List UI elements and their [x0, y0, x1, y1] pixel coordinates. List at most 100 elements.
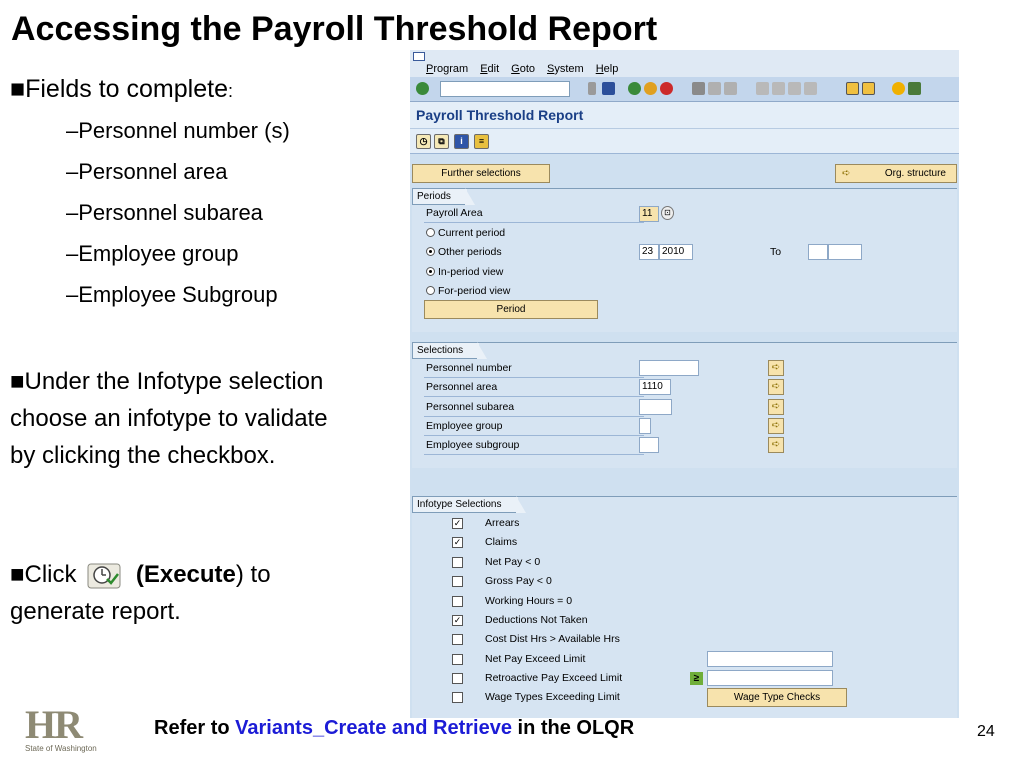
command-field[interactable] [440, 81, 570, 97]
infotype-tab: Infotype Selections [412, 496, 525, 513]
previous-page-icon[interactable] [772, 82, 785, 95]
wage-types-label: Wage Types Exceeding Limit [485, 691, 620, 703]
working-hours-label: Working Hours = 0 [485, 595, 573, 607]
in-period-view-radio[interactable]: In-period view [426, 266, 503, 278]
for-period-view-radio[interactable]: For-period view [426, 285, 510, 297]
to-period-input[interactable] [808, 244, 828, 260]
slide-title: Accessing the Payroll Threshold Report [11, 10, 658, 48]
menu-help[interactable]: Help [596, 63, 619, 75]
menu-system[interactable]: System [547, 63, 584, 75]
execute-icon [87, 563, 121, 589]
application-toolbar: ◷ ⧉ i ≡ [410, 128, 959, 154]
net-pay-label: Net Pay < 0 [485, 556, 541, 568]
personnel-area-input[interactable]: 1110 [639, 379, 671, 395]
field-item: –Employee Subgroup [66, 282, 278, 307]
wage-type-checks-button[interactable]: Wage Type Checks [707, 688, 847, 707]
get-variant-icon[interactable]: ⧉ [434, 134, 449, 149]
net-pay-checkbox[interactable] [452, 557, 463, 568]
enter-icon[interactable] [416, 82, 429, 95]
hr-logo: HR State of Washington [25, 702, 97, 754]
period-input[interactable]: 23 [639, 244, 659, 260]
retro-pay-label: Retroactive Pay Exceed Limit [485, 672, 623, 684]
exit-icon[interactable] [644, 82, 657, 95]
info-icon[interactable]: i [454, 134, 469, 149]
retro-pay-checkbox[interactable] [452, 673, 463, 684]
menu-bar: Program Edit Goto System Help [410, 50, 959, 77]
multiple-selection-icon[interactable]: ➪ [768, 399, 784, 415]
infotype-frame: Infotype Selections ✓ Arrears ✓ Claims N… [412, 496, 957, 718]
new-session-icon[interactable] [846, 82, 859, 95]
field-item: –Personnel subarea [66, 200, 263, 225]
print-icon[interactable] [692, 82, 705, 95]
deductions-checkbox[interactable]: ✓ [452, 615, 463, 626]
find-icon[interactable] [708, 82, 721, 95]
execute-instruction: ■Click (Execute) to generate report. [10, 561, 271, 625]
personnel-number-input[interactable] [639, 360, 699, 376]
next-page-icon[interactable] [788, 82, 801, 95]
field-item: –Personnel number (s) [66, 118, 290, 143]
layout-icon[interactable] [908, 82, 921, 95]
net-pay-limit-input[interactable] [707, 651, 833, 667]
olqr-link[interactable]: Variants_Create and Retrieve [235, 717, 512, 739]
retro-pay-limit-input[interactable] [707, 670, 833, 686]
execute-button-icon[interactable]: ◷ [416, 134, 431, 149]
cost-dist-checkbox[interactable] [452, 634, 463, 645]
personnel-number-label: Personnel number [426, 362, 512, 374]
window-icon[interactable] [413, 52, 425, 61]
periods-tab: Periods [412, 188, 475, 205]
employee-subgroup-label: Employee subgroup [426, 439, 520, 451]
multiple-selection-icon[interactable]: ➪ [768, 437, 784, 453]
help-icon[interactable] [892, 82, 905, 95]
shortcut-icon[interactable] [862, 82, 875, 95]
menu-edit[interactable]: Edit [480, 63, 499, 75]
payroll-area-input[interactable]: 11 [639, 206, 659, 222]
personnel-subarea-input[interactable] [639, 399, 672, 415]
possible-entries-icon[interactable]: ⊡ [661, 206, 674, 220]
chevron-left-icon[interactable] [588, 82, 596, 95]
wage-types-checkbox[interactable] [452, 692, 463, 703]
screen-title: Payroll Threshold Report [416, 107, 584, 123]
employee-group-label: Employee group [426, 420, 503, 432]
first-page-icon[interactable] [756, 82, 769, 95]
other-periods-radio[interactable]: Other periods [426, 246, 502, 258]
org-structure-button[interactable]: ➪ Org. structure [835, 164, 957, 183]
to-label: To [770, 246, 782, 258]
net-pay-exceed-checkbox[interactable] [452, 654, 463, 665]
save-icon[interactable] [602, 82, 615, 95]
personnel-area-label: Personnel area [426, 381, 498, 393]
claims-checkbox[interactable]: ✓ [452, 537, 463, 548]
working-hours-checkbox[interactable] [452, 596, 463, 607]
fields-list: ■Fields to complete: –Personnel number (… [10, 72, 400, 315]
menu-goto[interactable]: Goto [511, 63, 535, 75]
payroll-area-label: Payroll Area [426, 207, 483, 219]
period-button[interactable]: Period [424, 300, 598, 319]
multiple-selection-icon[interactable]: ➪ [768, 379, 784, 395]
find-next-icon[interactable] [724, 82, 737, 95]
infotype-instruction: ■Under the Infotype selection choose an … [10, 368, 328, 469]
to-year-input[interactable] [828, 244, 862, 260]
year-input[interactable]: 2010 [659, 244, 693, 260]
cost-dist-label: Cost Dist Hrs > Available Hrs [485, 633, 620, 645]
arrears-checkbox[interactable]: ✓ [452, 518, 463, 529]
multiple-selection-icon[interactable]: ➪ [768, 360, 784, 376]
gross-pay-checkbox[interactable] [452, 576, 463, 587]
menu-program[interactable]: Program [426, 63, 468, 75]
arrow-right-icon: ➪ [842, 168, 851, 179]
selections-frame: Selections Personnel number ➪ Personnel … [412, 342, 957, 468]
footer-reference: Refer to Variants_Create and Retrieve in… [154, 717, 635, 739]
last-page-icon[interactable] [804, 82, 817, 95]
multiple-selection-icon[interactable]: ➪ [768, 418, 784, 434]
cancel-icon[interactable] [660, 82, 673, 95]
gross-pay-label: Gross Pay < 0 [485, 575, 552, 587]
back-icon[interactable] [628, 82, 641, 95]
employee-group-input[interactable] [639, 418, 651, 434]
selection-options-icon[interactable]: ≡ [474, 134, 489, 149]
field-item: –Employee group [66, 241, 239, 266]
screen-title-bar: Payroll Threshold Report [410, 102, 959, 128]
greater-equal-icon[interactable]: ≥ [690, 672, 703, 685]
page-number: 24 [977, 723, 995, 740]
employee-subgroup-input[interactable] [639, 437, 659, 453]
net-pay-exceed-label: Net Pay Exceed Limit [485, 653, 586, 665]
further-selections-button[interactable]: Further selections [412, 164, 550, 183]
current-period-radio[interactable]: Current period [426, 227, 505, 239]
